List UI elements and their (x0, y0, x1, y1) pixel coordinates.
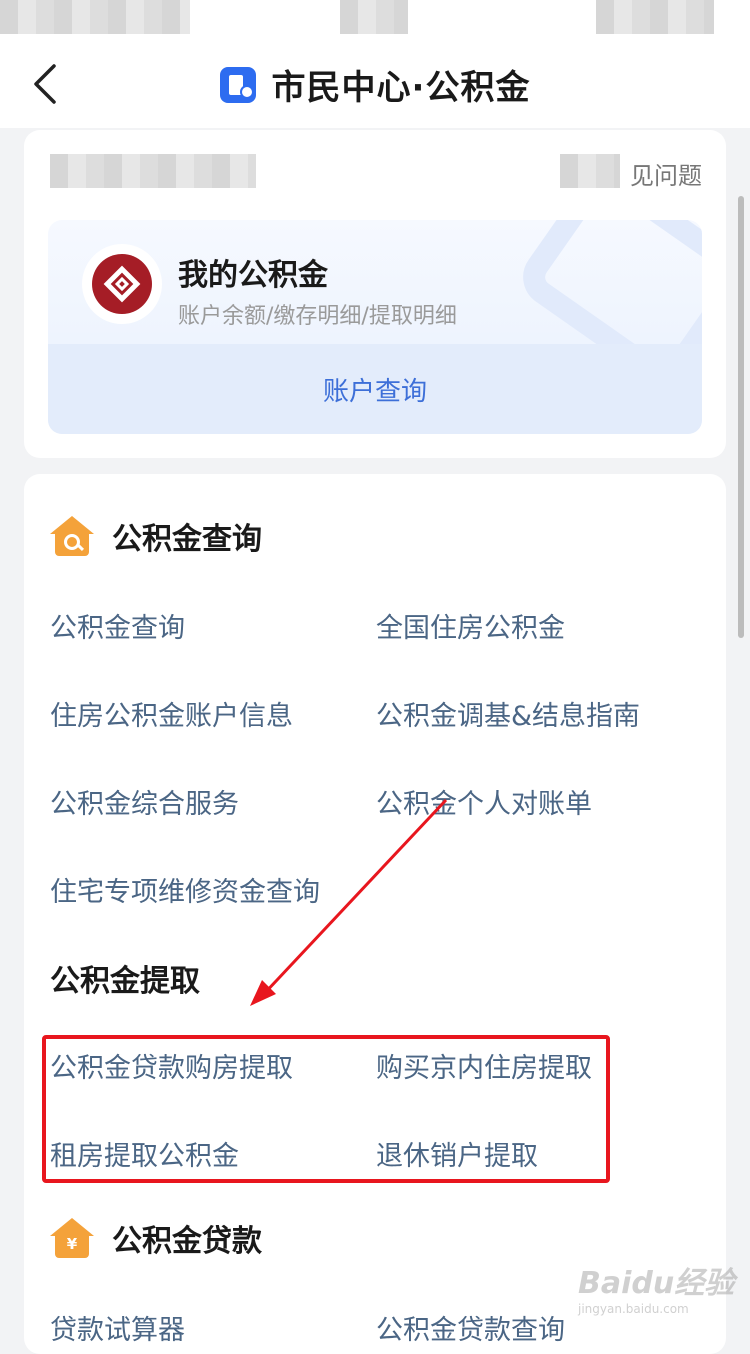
my-fund-subtitle: 账户余额/缴存明细/提取明细 (178, 304, 457, 329)
document-user-icon (219, 66, 256, 103)
my-fund-card[interactable]: 我的公积金 账户余额/缴存明细/提取明细 账户查询 (48, 220, 702, 434)
housing-fund-logo-icon (92, 254, 152, 314)
loan-section-header: ¥ 公积金贷款 (50, 1216, 262, 1260)
highlight-annotation-box (42, 1035, 610, 1183)
title-group: 市民中心·公积金 (0, 60, 750, 109)
navigation-header: 市民中心·公积金 (0, 40, 750, 128)
query-section-title: 公积金查询 (112, 522, 262, 557)
service-link[interactable]: 公积金个人对账单 (376, 782, 592, 821)
account-card-container: 见问题 我的公积金 账户余额/缴存明细/提取明细 账户查询 (24, 130, 726, 458)
blurred-faq-prefix (560, 154, 620, 188)
house-yuan-icon: ¥ (50, 1218, 94, 1258)
query-section-header: 公积金查询 (50, 514, 262, 558)
account-query-button[interactable]: 账户查询 (48, 344, 702, 434)
watermark-brand: Baidu经验 (578, 1266, 735, 1301)
watermark: Baidu经验 jingyan.baidu.com (578, 1258, 738, 1328)
service-link[interactable]: 住房公积金账户信息 (50, 694, 293, 733)
page-title: 市民中心·公积金 (271, 68, 531, 108)
service-link[interactable]: 公积金查询 (50, 606, 185, 645)
blurred-status-right (596, 0, 714, 34)
fund-logo (82, 244, 162, 324)
blurred-service-text (50, 154, 256, 188)
loan-section-title: 公积金贷款 (112, 1224, 262, 1259)
service-link[interactable]: 住宅专项维修资金查询 (50, 870, 320, 909)
blurred-status-center (340, 0, 408, 34)
faq-link[interactable]: 见问题 (630, 156, 702, 191)
withdraw-section-title: 公积金提取 (50, 964, 200, 999)
service-link[interactable]: 全国住房公积金 (376, 606, 565, 645)
house-search-icon (50, 516, 94, 556)
blurred-status-left (0, 0, 190, 34)
my-fund-title: 我的公积金 (178, 258, 328, 293)
watermark-url: jingyan.baidu.com (578, 1302, 689, 1316)
scrollbar[interactable] (738, 196, 744, 638)
service-link[interactable]: 公积金综合服务 (50, 782, 239, 821)
services-card: 公积金查询 公积金查询 全国住房公积金 住房公积金账户信息 公积金调基&结息指南… (24, 474, 726, 1354)
loan-link[interactable]: 公积金贷款查询 (376, 1308, 565, 1347)
loan-link[interactable]: 贷款试算器 (50, 1308, 185, 1347)
service-link[interactable]: 公积金调基&结息指南 (376, 694, 640, 733)
